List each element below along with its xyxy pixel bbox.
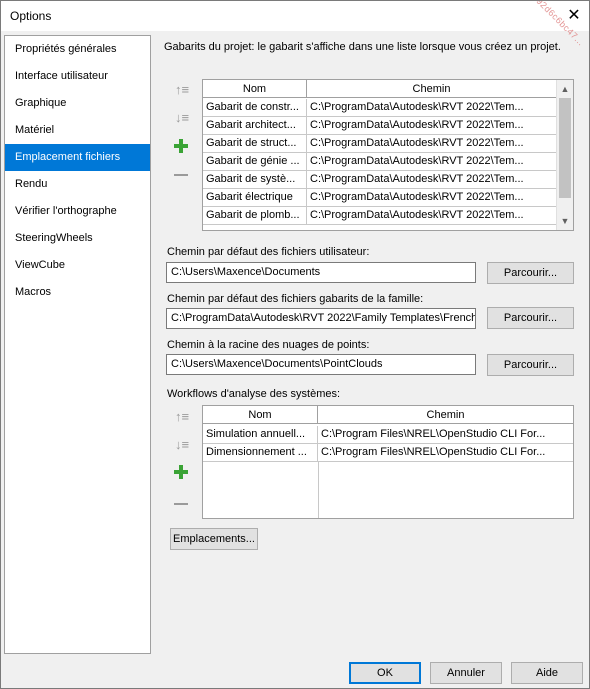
sidebar-item-emplacement-fichiers[interactable]: Emplacement fichiers — [5, 144, 150, 171]
template-path-cell[interactable]: C:\ProgramData\Autodesk\RVT 2022\Tem... — [307, 171, 557, 189]
template-name-cell[interactable]: Gabarit de constr... — [203, 99, 307, 117]
template-path-cell[interactable]: C:\ProgramData\Autodesk\RVT 2022\Tem... — [307, 207, 557, 225]
template-name-cell[interactable]: Gabarit architect... — [203, 117, 307, 135]
options-dialog: Options ✕ 6d4392d6c6bc47... Propriétés g… — [0, 0, 590, 689]
template-name-cell[interactable]: Gabarit de systè... — [203, 171, 307, 189]
sidebar-item-verifier-orthographe[interactable]: Vérifier l'orthographe — [5, 198, 150, 225]
workflow-add-icon[interactable] — [173, 464, 191, 482]
scroll-thumb[interactable] — [559, 98, 571, 198]
workflows-label: Workflows d'analyse des systèmes: — [167, 388, 341, 400]
template-path-cell[interactable]: C:\ProgramData\Autodesk\RVT 2022\Tem... — [307, 99, 557, 117]
cancel-button[interactable]: Annuler — [430, 662, 502, 684]
title-bar: Options ✕ 6d4392d6c6bc47... — [1, 1, 589, 48]
template-name-cell[interactable]: Gabarit électrique — [203, 189, 307, 207]
templates-intro-label: Gabarits du projet: le gabarit s'affiche… — [164, 41, 561, 53]
browse-point-clouds-button[interactable]: Parcourir... — [487, 354, 574, 376]
sidebar-item-graphique[interactable]: Graphique — [5, 90, 150, 117]
sidebar-item-rendu[interactable]: Rendu — [5, 171, 150, 198]
sidebar: Propriétés générales Interface utilisate… — [4, 35, 151, 654]
templates-scrollbar[interactable]: ▲ ▼ — [556, 80, 573, 230]
move-up-icon[interactable]: ↑≡ — [173, 81, 191, 99]
column-header-chemin[interactable]: Chemin — [318, 406, 573, 424]
family-templates-path-input[interactable]: C:\ProgramData\Autodesk\RVT 2022\Family … — [166, 308, 476, 329]
sidebar-item-materiel[interactable]: Matériel — [5, 117, 150, 144]
template-path-cell[interactable]: C:\ProgramData\Autodesk\RVT 2022\Tem... — [307, 153, 557, 171]
workflow-path-cell[interactable]: C:\Program Files\NREL\OpenStudio CLI For… — [318, 426, 573, 444]
column-header-chemin[interactable]: Chemin — [307, 80, 557, 98]
workflows-table: Nom Chemin Simulation annuell... C:\Prog… — [202, 405, 574, 519]
workflow-move-down-icon[interactable]: ↓≡ — [173, 436, 191, 454]
sidebar-item-proprietes-generales[interactable]: Propriétés générales — [5, 36, 150, 63]
move-down-icon[interactable]: ↓≡ — [173, 109, 191, 127]
sidebar-item-viewcube[interactable]: ViewCube — [5, 252, 150, 279]
workflow-move-up-icon[interactable]: ↑≡ — [173, 408, 191, 426]
column-header-nom[interactable]: Nom — [203, 406, 318, 424]
sidebar-item-macros[interactable]: Macros — [5, 279, 150, 306]
user-files-path-input[interactable]: C:\Users\Maxence\Documents — [166, 262, 476, 283]
template-name-cell[interactable]: Gabarit de struct... — [203, 135, 307, 153]
remove-icon[interactable] — [173, 167, 191, 185]
workflows-table-header: Nom Chemin — [203, 406, 573, 424]
workflow-remove-icon[interactable] — [173, 496, 191, 514]
templates-table-header: Nom Chemin — [203, 80, 557, 98]
template-name-cell[interactable]: Gabarit de plomb... — [203, 207, 307, 225]
dialog-footer: OK Annuler Aide — [1, 656, 589, 688]
column-divider — [318, 462, 319, 518]
sidebar-item-steeringwheels[interactable]: SteeringWheels — [5, 225, 150, 252]
add-icon[interactable] — [173, 138, 191, 156]
close-icon[interactable]: ✕ — [563, 5, 585, 27]
template-path-cell[interactable]: C:\ProgramData\Autodesk\RVT 2022\Tem... — [307, 189, 557, 207]
point-clouds-label: Chemin à la racine des nuages de points: — [167, 339, 370, 351]
browse-user-files-button[interactable]: Parcourir... — [487, 262, 574, 284]
locations-button[interactable]: Emplacements... — [170, 528, 258, 550]
family-templates-label: Chemin par défaut des fichiers gabarits … — [167, 293, 424, 305]
user-files-label: Chemin par défaut des fichiers utilisate… — [167, 246, 370, 258]
workflow-name-cell[interactable]: Simulation annuell... — [203, 426, 318, 444]
scroll-down-icon[interactable]: ▼ — [557, 213, 573, 229]
help-button[interactable]: Aide — [511, 662, 583, 684]
workflow-name-cell[interactable]: Dimensionnement ... — [203, 444, 318, 462]
template-path-cell[interactable]: C:\ProgramData\Autodesk\RVT 2022\Tem... — [307, 135, 557, 153]
window-title: Options — [10, 9, 52, 23]
sidebar-item-interface-utilisateur[interactable]: Interface utilisateur — [5, 63, 150, 90]
scroll-up-icon[interactable]: ▲ — [557, 81, 573, 97]
template-path-cell[interactable]: C:\ProgramData\Autodesk\RVT 2022\Tem... — [307, 117, 557, 135]
browse-family-templates-button[interactable]: Parcourir... — [487, 307, 574, 329]
templates-table: Nom Chemin Gabarit de constr... C:\Progr… — [202, 79, 574, 231]
ok-button[interactable]: OK — [349, 662, 421, 684]
column-header-nom[interactable]: Nom — [203, 80, 307, 98]
workflow-path-cell[interactable]: C:\Program Files\NREL\OpenStudio CLI For… — [318, 444, 573, 462]
template-name-cell[interactable]: Gabarit de génie ... — [203, 153, 307, 171]
point-clouds-path-input[interactable]: C:\Users\Maxence\Documents\PointClouds — [166, 354, 476, 375]
